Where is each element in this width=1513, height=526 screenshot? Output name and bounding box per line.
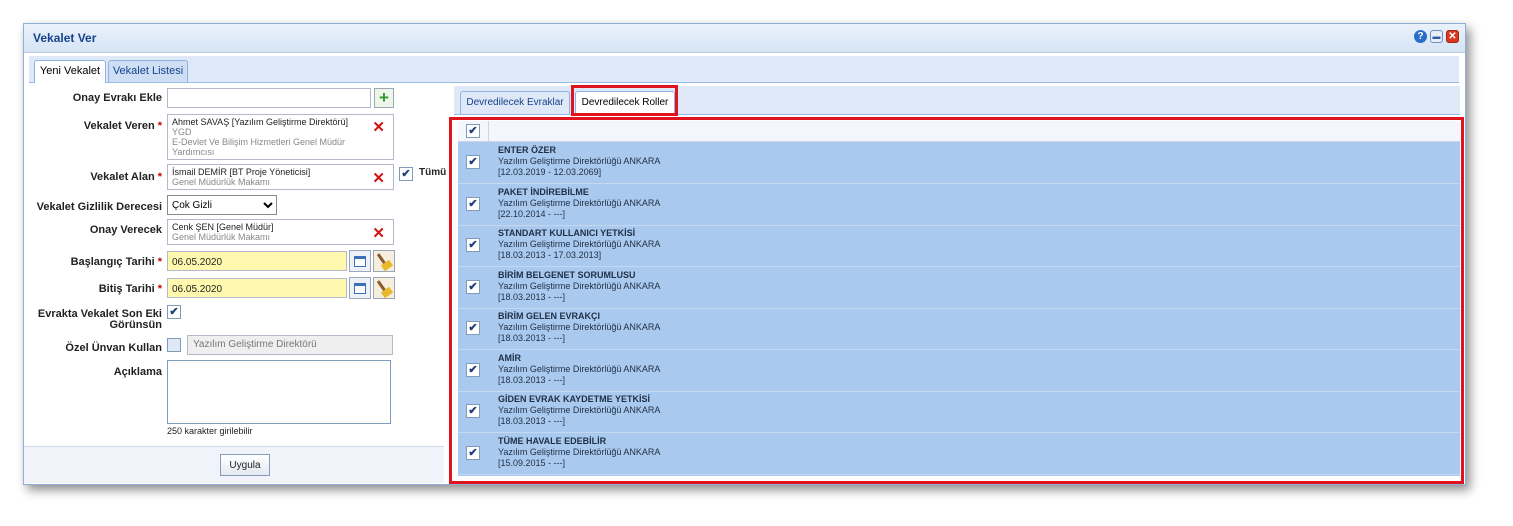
veren-sub: YGD <box>172 127 192 137</box>
vekalet-veren-field[interactable]: Ahmet SAVAŞ [Yazılım Geliştirme Direktör… <box>167 114 394 160</box>
window-title: Vekalet Ver <box>33 31 97 45</box>
tab-devredilecek-evraklar[interactable]: Devredilecek Evraklar <box>460 91 570 114</box>
window-controls: ? ▬ ✕ <box>1414 30 1459 43</box>
ozel-unvan-input[interactable]: Yazılım Geliştirme Direktörü <box>187 335 393 355</box>
plus-icon[interactable]: + <box>374 88 394 108</box>
char-counter: 250 karakter girilebilir <box>167 426 253 436</box>
vekalet-alan-field[interactable]: İsmail DEMİR [BT Proje Yöneticisi] Genel… <box>167 164 394 190</box>
gizlilik-label: Vekalet Gizlilik Derecesi <box>36 201 162 213</box>
ozel-unvan-label: Özel Ünvan Kullan <box>65 342 162 354</box>
vekalet-alan-label: Vekalet Alan * <box>90 171 162 183</box>
main-tabbar: Yeni Vekalet Vekalet Listesi <box>29 56 1459 83</box>
help-icon[interactable]: ? <box>1414 30 1427 43</box>
calendar-icon[interactable] <box>349 277 371 299</box>
aciklama-label: Açıklama <box>113 366 162 378</box>
close-icon[interactable]: ✕ <box>1446 30 1459 43</box>
bitis-label: Bitiş Tarihi * <box>98 283 162 295</box>
tab-vekalet-listesi[interactable]: Vekalet Listesi <box>108 60 188 82</box>
son-ek-label: Evrakta Vekalet Son Eki Görünsün <box>37 308 162 331</box>
tab-yeni-vekalet[interactable]: Yeni Vekalet <box>34 60 106 83</box>
calendar-icon[interactable] <box>349 250 371 272</box>
onay-evraki-label: Onay Evrakı Ekle <box>72 92 162 104</box>
bitis-date-input[interactable]: 06.05.2020 <box>167 278 347 298</box>
veren-sub: E-Devlet Ve Bilişim Hizmetleri Genel Müd… <box>172 137 346 147</box>
onay-verecek-field[interactable]: Cenk ŞEN [Genel Müdür] Genel Müdürlük Ma… <box>167 219 394 245</box>
aciklama-textarea[interactable] <box>167 360 391 424</box>
onay-verecek-label: Onay Verecek <box>89 224 162 236</box>
tumu-label: Tümü <box>419 167 447 178</box>
broom-icon[interactable] <box>373 277 395 299</box>
remove-x-icon[interactable]: ✕ <box>372 169 385 187</box>
window-titlebar: Vekalet Ver ? ▬ ✕ <box>24 24 1465 53</box>
onay-verecek-sub: Genel Müdürlük Makamı <box>172 232 271 242</box>
gizlilik-select[interactable]: Çok Gizli <box>167 195 277 215</box>
highlight-box-tab <box>571 85 678 116</box>
form-footer: Uygula <box>24 446 444 483</box>
ozel-unvan-checkbox[interactable] <box>167 338 181 352</box>
son-ek-checkbox[interactable]: ✔ <box>167 305 181 319</box>
remove-x-icon[interactable]: ✕ <box>372 224 385 242</box>
apply-button[interactable]: Uygula <box>220 454 270 476</box>
vekalet-ver-window: Vekalet Ver ? ▬ ✕ Yeni Vekalet Vekalet L… <box>23 23 1466 485</box>
veren-name: Ahmet SAVAŞ [Yazılım Geliştirme Direktör… <box>172 117 349 127</box>
onay-evraki-input[interactable] <box>167 88 371 108</box>
veren-sub: Yardımcısı <box>172 147 215 157</box>
vekalet-veren-label: Vekalet Veren * <box>83 120 162 132</box>
vekalet-form: Onay Evrakı Ekle + Vekalet Veren * Ahmet … <box>24 84 447 484</box>
highlight-box-grid <box>449 117 1464 484</box>
broom-icon[interactable] <box>373 250 395 272</box>
minimize-icon[interactable]: ▬ <box>1430 30 1443 43</box>
remove-x-icon[interactable]: ✕ <box>372 118 385 136</box>
baslangic-date-input[interactable]: 06.05.2020 <box>167 251 347 271</box>
tumu-checkbox[interactable]: ✔ <box>399 167 413 181</box>
baslangic-label: Başlangıç Tarihi * <box>70 256 162 268</box>
onay-verecek-name: Cenk ŞEN [Genel Müdür] <box>172 222 274 232</box>
alan-name: İsmail DEMİR [BT Proje Yöneticisi] <box>172 167 311 177</box>
devir-panel: Devredilecek Evraklar Devredilecek Rolle… <box>449 84 1464 484</box>
alan-sub: Genel Müdürlük Makamı <box>172 177 271 187</box>
